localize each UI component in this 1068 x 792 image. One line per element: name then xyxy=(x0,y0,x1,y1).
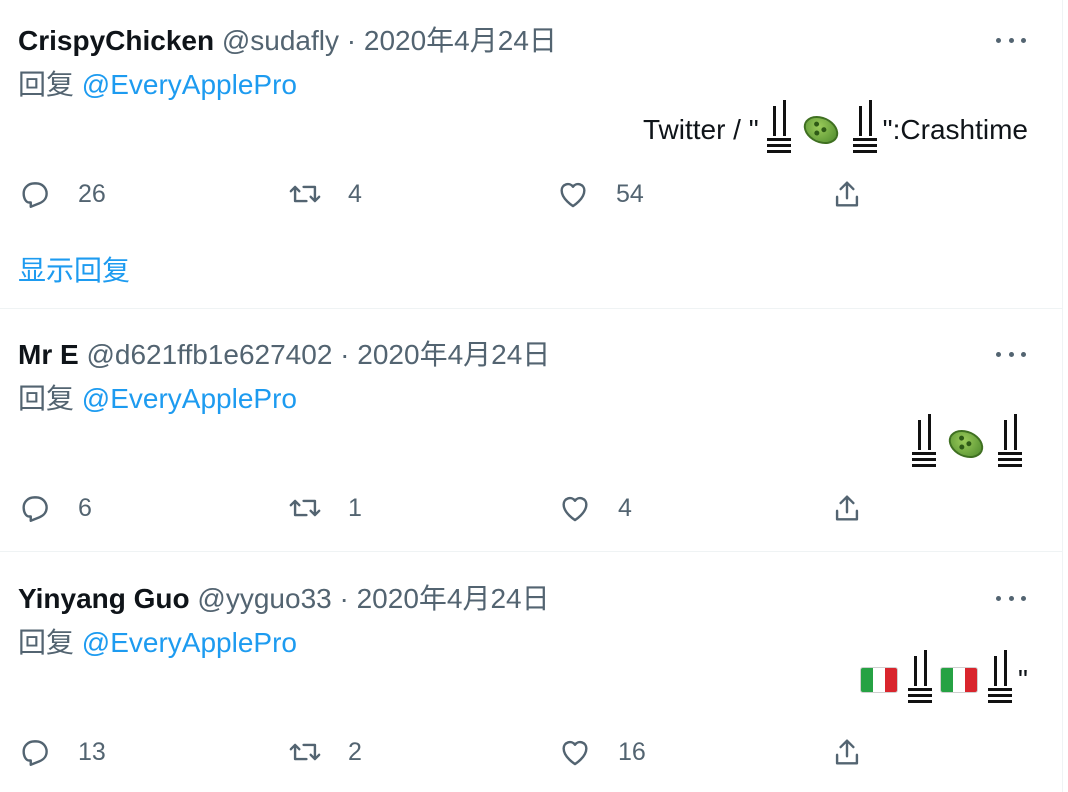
reply-mention[interactable]: @EveryApplePro xyxy=(82,69,297,100)
tweet-actions: 13 2 16 xyxy=(18,732,918,772)
like-icon xyxy=(560,182,586,208)
microbe-emoji xyxy=(798,110,843,150)
retweet-count: 2 xyxy=(348,737,362,766)
share-button[interactable] xyxy=(830,488,864,528)
replying-to: 回复 @EveryApplePro xyxy=(18,68,297,102)
reply-count: 26 xyxy=(78,179,106,208)
more-icon[interactable] xyxy=(996,588,1026,608)
like-icon xyxy=(562,740,588,766)
like-icon xyxy=(562,496,588,522)
italy-flag-emoji xyxy=(940,667,979,693)
author-handle[interactable]: @sudafly xyxy=(222,25,339,56)
replies-feed: CrispyChicken @sudafly · 2020年4月24日 回复 @… xyxy=(0,0,1063,792)
header-separator: · xyxy=(346,25,357,56)
header-separator: · xyxy=(339,583,349,614)
glyph-cluster xyxy=(984,650,1014,710)
retweet-icon xyxy=(289,499,321,517)
tweet-text-quote: " xyxy=(882,114,893,145)
show-replies-link[interactable]: 显示回复 xyxy=(18,254,130,288)
like-button[interactable]: 54 xyxy=(556,174,644,214)
reply-prefix: 回复 xyxy=(18,69,75,100)
header-separator: · xyxy=(340,339,350,370)
tweet-text xyxy=(904,414,1028,474)
tweet-header: Yinyang Guo @yyguo33 · 2020年4月24日 xyxy=(18,582,550,616)
tweet-text-quote: " xyxy=(1018,664,1028,695)
retweet-button[interactable]: 1 xyxy=(288,488,362,528)
tweet-date[interactable]: 2020年4月24日 xyxy=(364,25,557,56)
author-handle[interactable]: @d621ffb1e627402 xyxy=(86,339,332,370)
tweet-actions: 26 4 54 xyxy=(18,174,918,214)
retweet-count: 4 xyxy=(348,179,362,208)
like-count: 16 xyxy=(618,737,646,766)
like-button[interactable]: 4 xyxy=(558,488,632,528)
like-button[interactable]: 16 xyxy=(558,732,646,772)
reply-icon xyxy=(22,496,48,522)
glyph-cluster xyxy=(763,100,793,160)
tweet-text-suffix: :Crashtime xyxy=(892,114,1028,145)
share-icon xyxy=(835,739,859,765)
glyph-cluster xyxy=(849,100,879,160)
like-count: 4 xyxy=(618,493,632,522)
reply-button[interactable]: 6 xyxy=(18,488,92,528)
more-icon[interactable] xyxy=(996,344,1026,364)
more-icon[interactable] xyxy=(996,30,1026,50)
tweet-divider xyxy=(0,551,1062,552)
tweet-mr-e[interactable]: Mr E @d621ffb1e627402 · 2020年4月24日 回复 @E… xyxy=(0,314,1062,550)
reply-icon xyxy=(22,182,48,208)
share-button[interactable] xyxy=(830,732,864,772)
glyph-cluster xyxy=(994,414,1024,474)
tweet-text: " xyxy=(858,650,1028,710)
tweet-header: CrispyChicken @sudafly · 2020年4月24日 xyxy=(18,24,557,58)
glyph-cluster xyxy=(904,650,934,710)
tweet-crispychicken[interactable]: CrispyChicken @sudafly · 2020年4月24日 回复 @… xyxy=(0,0,1062,308)
retweet-icon xyxy=(289,743,321,761)
reply-count: 6 xyxy=(78,493,92,522)
reply-mention[interactable]: @EveryApplePro xyxy=(82,383,297,414)
microbe-emoji xyxy=(944,424,988,464)
reply-icon xyxy=(22,740,48,766)
reply-button[interactable]: 13 xyxy=(18,732,106,772)
author-name[interactable]: Yinyang Guo xyxy=(18,583,190,614)
share-icon xyxy=(835,495,859,521)
tweet-yinyang-guo[interactable]: Yinyang Guo @yyguo33 · 2020年4月24日 回复 @Ev… xyxy=(0,558,1062,792)
replying-to: 回复 @EveryApplePro xyxy=(18,626,297,660)
author-name[interactable]: Mr E xyxy=(18,339,79,370)
tweet-text: Twitter / " " :Crashtime xyxy=(643,100,1028,160)
like-count: 54 xyxy=(616,179,644,208)
share-button[interactable] xyxy=(830,174,864,214)
reply-button[interactable]: 26 xyxy=(18,174,106,214)
tweet-text-prefix: Twitter / " xyxy=(642,114,759,145)
replying-to: 回复 @EveryApplePro xyxy=(18,382,297,416)
retweet-button[interactable]: 4 xyxy=(288,174,362,214)
reply-prefix: 回复 xyxy=(18,627,75,658)
tweet-actions: 6 1 4 xyxy=(18,488,918,528)
reply-count: 13 xyxy=(78,737,106,766)
italy-flag-emoji xyxy=(860,667,899,693)
glyph-cluster xyxy=(908,414,938,474)
tweet-date[interactable]: 2020年4月24日 xyxy=(357,339,550,370)
reply-prefix: 回复 xyxy=(18,383,75,414)
reply-mention[interactable]: @EveryApplePro xyxy=(82,627,297,658)
tweet-date[interactable]: 2020年4月24日 xyxy=(357,583,550,614)
tweet-header: Mr E @d621ffb1e627402 · 2020年4月24日 xyxy=(18,338,550,372)
retweet-icon xyxy=(289,185,321,203)
author-handle[interactable]: @yyguo33 xyxy=(197,583,331,614)
share-icon xyxy=(835,181,859,207)
retweet-button[interactable]: 2 xyxy=(288,732,362,772)
retweet-count: 1 xyxy=(348,493,362,522)
author-name[interactable]: CrispyChicken xyxy=(18,25,214,56)
tweet-divider xyxy=(0,308,1062,309)
